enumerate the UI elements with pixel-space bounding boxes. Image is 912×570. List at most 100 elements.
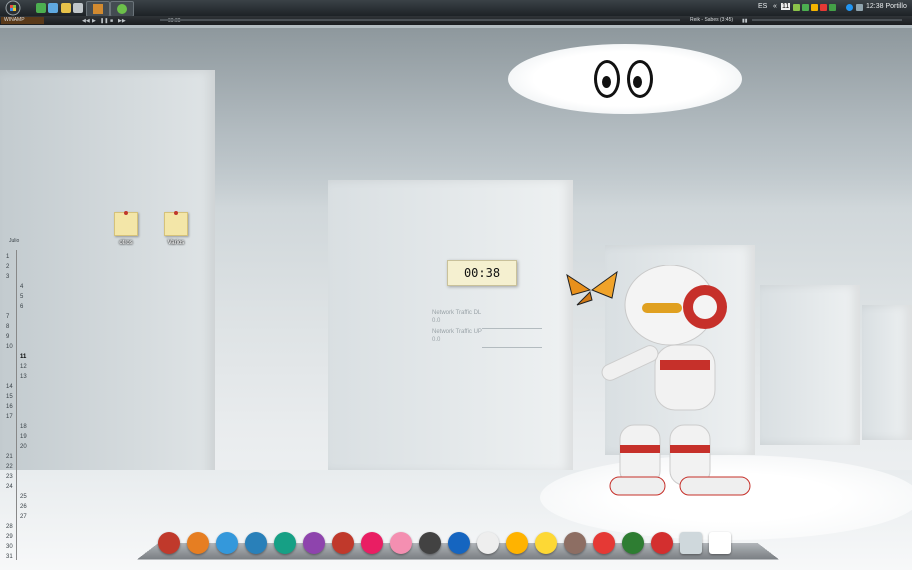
winamp-options-icon[interactable]: ▮▮	[742, 18, 748, 24]
taskbar: ES « 11 12:38 Portillo	[0, 0, 912, 17]
language-indicator[interactable]: ES	[758, 3, 767, 10]
dock-item-20-icon[interactable]	[709, 532, 731, 554]
calendar-day: 6	[20, 304, 24, 310]
calendar-day: 10	[6, 344, 13, 350]
tray-messenger-icon[interactable]	[829, 4, 836, 11]
network-traffic-widget: Network Traffic DL 0.0 Network Traffic U…	[432, 310, 547, 350]
tray-chevron-icon[interactable]: «	[773, 3, 777, 10]
dock-item-14-icon[interactable]	[535, 532, 557, 554]
desktop-icon-label: otros	[119, 240, 133, 246]
right-eye-icon	[627, 60, 653, 98]
dock-item-12-icon[interactable]	[477, 532, 499, 554]
dock-item-19-icon[interactable]	[680, 532, 702, 554]
taskbar-app-winamp[interactable]	[86, 1, 110, 17]
calendar-day: 8	[6, 324, 10, 330]
volume-bar[interactable]	[752, 19, 902, 21]
taskbar-app-messenger[interactable]	[110, 1, 134, 17]
calendar-day: 14	[6, 384, 13, 390]
ie-icon[interactable]	[48, 3, 58, 13]
next-button[interactable]: ▶▶	[118, 18, 126, 24]
calendar-day: 20	[20, 444, 27, 450]
dock-item-5-icon[interactable]	[274, 532, 296, 554]
calendar-day: 24	[6, 484, 13, 490]
dock-item-13-icon[interactable]	[506, 532, 528, 554]
calendar-day: 9	[6, 334, 10, 340]
dock-item-9-icon[interactable]	[390, 532, 412, 554]
calendar-widget: Julio 1 2 3 4 5 6 7 8 9 10 11 12 13 14 15 16 17 18 19 20 21 2…	[4, 238, 34, 563]
tray-count-badge: 11	[781, 3, 791, 10]
winamp-logo[interactable]: WINAMP	[1, 17, 44, 24]
pause-button[interactable]: ❚❚	[100, 18, 108, 24]
tray-app-icon[interactable]	[811, 4, 818, 11]
calendar-day: 4	[20, 284, 24, 290]
calendar-day: 7	[6, 314, 10, 320]
calendar-day: 28	[6, 524, 13, 530]
desktop-icon-varios[interactable]: Varios	[156, 211, 196, 246]
wallpaper-pillar-far-right	[760, 285, 860, 445]
calendar-day: 2	[6, 264, 10, 270]
dock-item-3-icon[interactable]	[216, 532, 238, 554]
show-desktop-icon[interactable]	[36, 3, 46, 13]
ceiling-spotlight	[508, 44, 742, 114]
calendar-day: 21	[6, 454, 13, 460]
dock-item-2-icon[interactable]	[187, 532, 209, 554]
desktop-icon-otros[interactable]: otros	[106, 211, 146, 246]
dock-item-1-icon[interactable]	[158, 532, 180, 554]
note-icon	[164, 211, 188, 236]
left-eye-icon	[594, 60, 620, 98]
start-orb-icon[interactable]	[2, 0, 24, 16]
network-up-value: 0.0	[432, 337, 441, 343]
calendar-month: Julio	[9, 238, 20, 244]
calendar-day: 3	[6, 274, 10, 280]
dock-item-6-icon[interactable]	[303, 532, 325, 554]
network-down-graph	[482, 328, 542, 329]
calendar-day: 19	[20, 434, 27, 440]
note-icon	[114, 211, 138, 236]
tray-network-icon[interactable]	[793, 4, 800, 11]
tray-sync-icon[interactable]	[802, 4, 809, 11]
taskbar-clock[interactable]: 12:38 Portillo	[866, 3, 907, 10]
tray-shield-icon[interactable]	[820, 4, 827, 11]
dock-item-18-icon[interactable]	[651, 532, 673, 554]
media-icon[interactable]	[73, 3, 83, 13]
dock-item-11-icon[interactable]	[448, 532, 470, 554]
dock-item-16-icon[interactable]	[593, 532, 615, 554]
dock-item-10-icon[interactable]	[419, 532, 441, 554]
seek-bar[interactable]	[160, 19, 680, 21]
calendar-day: 29	[6, 534, 13, 540]
calendar-day: 31	[6, 554, 13, 560]
folder-icon[interactable]	[61, 3, 71, 13]
calendar-day: 18	[20, 424, 27, 430]
calendar-day: 11	[20, 354, 27, 360]
calendar-divider	[16, 250, 17, 560]
tray-ie-icon[interactable]	[846, 4, 853, 11]
network-down-label: Network Traffic DL	[432, 310, 482, 316]
calendar-day: 27	[20, 514, 27, 520]
clock-widget: 00:38	[447, 260, 517, 286]
dock-item-4-icon[interactable]	[245, 532, 267, 554]
dock-item-8-icon[interactable]	[361, 532, 383, 554]
dock-item-17-icon[interactable]	[622, 532, 644, 554]
track-title: Reik - Sabes (3:45)	[690, 17, 734, 23]
calendar-day: 13	[20, 374, 27, 380]
play-button[interactable]: ▶	[92, 18, 96, 24]
calendar-day: 30	[6, 544, 13, 550]
wallpaper-pillar-edge	[862, 305, 912, 440]
network-down-value: 0.0	[432, 318, 441, 324]
network-up-label: Network Traffic UP	[432, 329, 482, 335]
dock-item-7-icon[interactable]	[332, 532, 354, 554]
stop-button[interactable]: ■	[110, 18, 113, 24]
network-up-graph	[482, 347, 542, 348]
calendar-day: 16	[6, 404, 13, 410]
calendar-day: 15	[6, 394, 13, 400]
calendar-day: 1	[6, 254, 10, 260]
calendar-day: 26	[20, 504, 27, 510]
butterfly-icon	[566, 270, 618, 306]
dock-item-15-icon[interactable]	[564, 532, 586, 554]
calendar-day: 12	[20, 364, 27, 370]
desktop-icon-label: Varios	[167, 240, 185, 246]
winamp-bar: WINAMP ◀◀ ▶ ❚❚ ■ ▶▶ 00:00 Reik - Sabes (…	[0, 16, 912, 25]
prev-button[interactable]: ◀◀	[82, 18, 90, 24]
tray-volume-icon[interactable]	[856, 4, 863, 11]
calendar-day: 17	[6, 414, 13, 420]
